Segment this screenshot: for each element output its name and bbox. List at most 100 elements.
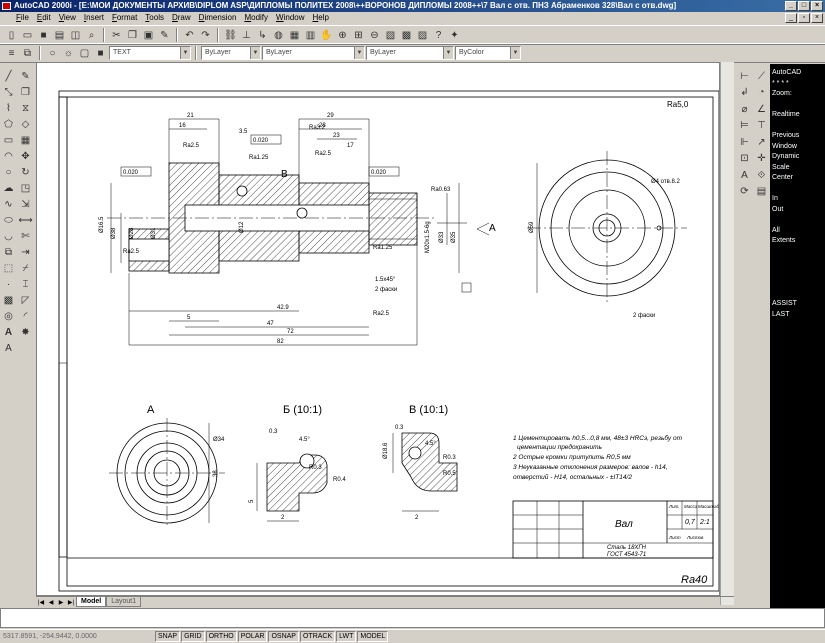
screen-menu-item[interactable]: In <box>772 194 823 205</box>
doc-minimize-button[interactable]: _ <box>785 13 797 23</box>
screen-menu-item[interactable]: Previous <box>772 131 823 142</box>
text-style-select[interactable]: TEXT ▼ <box>109 46 191 60</box>
screen-menu-item[interactable] <box>772 257 823 268</box>
screen-menu-item[interactable] <box>772 100 823 111</box>
dim-ordinate-icon[interactable]: ↲ <box>736 85 753 101</box>
menu-help[interactable]: Help <box>309 12 333 24</box>
osnap-toggle[interactable]: OSNAP <box>268 631 299 642</box>
chamfer-icon[interactable]: ◸ <box>17 292 34 308</box>
spline-icon[interactable]: ∿ <box>0 196 17 212</box>
lwt-toggle[interactable]: LWT <box>336 631 357 642</box>
last-tab-icon[interactable]: ▶| <box>66 599 76 606</box>
menu-insert[interactable]: Insert <box>80 12 108 24</box>
tool-icon[interactable]: ▨ <box>415 28 430 43</box>
text-edit-icon[interactable]: A <box>0 340 17 356</box>
screen-menu-item[interactable]: Zoom: <box>772 89 823 100</box>
maximize-button[interactable]: □ <box>798 1 810 11</box>
scale-icon[interactable]: ◳ <box>17 180 34 196</box>
copy-icon[interactable]: ❐ <box>125 28 140 43</box>
lengthen-icon[interactable]: ⟷ <box>17 212 34 228</box>
tab-layout1[interactable]: Layout1 <box>106 597 142 607</box>
region-icon[interactable]: ◎ <box>0 308 17 324</box>
vertical-scrollbar[interactable] <box>720 62 734 605</box>
stretch-icon[interactable]: ⇲ <box>17 196 34 212</box>
rectangle-icon[interactable]: ▭ <box>0 132 17 148</box>
screen-menu-item[interactable]: * * * * <box>772 79 823 90</box>
menu-modify[interactable]: Modify <box>240 12 272 24</box>
preview-icon[interactable]: ◫ <box>68 28 83 43</box>
light-bulb-icon[interactable]: ○ <box>45 46 60 61</box>
find-icon[interactable]: ⌕ <box>84 28 99 43</box>
construction-line-icon[interactable]: ⤡ <box>0 84 17 100</box>
mtext-icon[interactable]: A <box>0 324 17 340</box>
screen-menu-item[interactable]: ASSIST <box>772 299 823 310</box>
snap-toggle[interactable]: SNAP <box>155 631 181 642</box>
menu-edit[interactable]: Edit <box>33 12 55 24</box>
screen-menu-item[interactable] <box>772 121 823 132</box>
screen-menu-item[interactable]: Extents <box>772 236 823 247</box>
prev-tab-icon[interactable]: ◀ <box>46 599 56 606</box>
extend-icon[interactable]: ⇥ <box>17 244 34 260</box>
line-icon[interactable]: ╱ <box>0 68 17 84</box>
circle-icon[interactable]: ○ <box>0 164 17 180</box>
doc-restore-button[interactable]: ▫ <box>798 13 810 23</box>
quick-dim-icon[interactable]: ⊨ <box>736 118 753 134</box>
dim-diameter-icon[interactable]: ⌀ <box>736 101 753 117</box>
screen-menu-item[interactable]: LAST <box>772 310 823 321</box>
screen-menu-item[interactable]: Window <box>772 142 823 153</box>
osnap-icon[interactable]: ⊥ <box>239 28 254 43</box>
ellipse-icon[interactable]: ⬭ <box>0 212 17 228</box>
ortho-toggle[interactable]: ORTHO <box>205 631 237 642</box>
trim-icon[interactable]: ✄ <box>17 228 34 244</box>
dim-text-edit-icon[interactable]: ⟐ <box>753 167 770 183</box>
next-tab-icon[interactable]: ▶ <box>56 599 66 606</box>
lineweight-select[interactable]: ByLayer ▼ <box>366 46 454 60</box>
screen-menu-item[interactable] <box>772 278 823 289</box>
redo-icon[interactable]: ↷ <box>198 28 213 43</box>
insert-block-icon[interactable]: ⧉ <box>0 244 17 260</box>
screen-menu-item[interactable]: Scale <box>772 163 823 174</box>
screen-menu-item[interactable] <box>772 215 823 226</box>
fillet-icon[interactable]: ◜ <box>17 308 34 324</box>
dim-aligned-icon[interactable]: ⟋ <box>753 68 770 84</box>
pan-icon[interactable]: ✋ <box>319 28 334 43</box>
erase-icon[interactable]: ✎ <box>17 68 34 84</box>
screen-menu-item[interactable] <box>772 289 823 300</box>
dim-angular-icon[interactable]: ∠ <box>753 101 770 117</box>
undo-icon[interactable]: ↶ <box>182 28 197 43</box>
layer-state-icon[interactable]: ⧉ <box>20 46 35 61</box>
break-icon[interactable]: ⌿ <box>17 260 34 276</box>
globe-icon[interactable]: ◍ <box>271 28 286 43</box>
break-at-point-icon[interactable]: ⌶ <box>17 276 34 292</box>
zoom-previous-icon[interactable]: ⊖ <box>367 28 382 43</box>
hatch-icon[interactable]: ▩ <box>0 292 17 308</box>
polygon-icon[interactable]: ⬠ <box>0 116 17 132</box>
menu-dimension[interactable]: Dimension <box>195 12 241 24</box>
menu-window[interactable]: Window <box>272 12 308 24</box>
layers-icon[interactable]: ≡ <box>4 46 19 61</box>
dim-radius-icon[interactable]: ◔ <box>753 85 770 101</box>
ellipse-arc-icon[interactable]: ◡ <box>0 228 17 244</box>
color-square-icon[interactable]: ■ <box>93 46 108 61</box>
screen-menu-item[interactable]: All <box>772 226 823 237</box>
explode-icon[interactable]: ✸ <box>17 324 34 340</box>
save-icon[interactable]: ■ <box>36 28 51 43</box>
dim-update-icon[interactable]: ⟳ <box>736 184 753 200</box>
new-icon[interactable]: ▯ <box>4 28 19 43</box>
screen-menu-item[interactable] <box>772 247 823 258</box>
screen-menu-item[interactable]: Dynamic <box>772 152 823 163</box>
dim-style-icon[interactable]: ▤ <box>753 184 770 200</box>
polyline-icon[interactable]: ⌇ <box>0 100 17 116</box>
first-tab-icon[interactable]: |◀ <box>36 599 46 606</box>
plotstyle-select[interactable]: ByColor ▼ <box>455 46 521 60</box>
tab-model[interactable]: Model <box>76 597 107 607</box>
sun-icon[interactable]: ☼ <box>61 46 76 61</box>
screen-menu-item[interactable]: Center <box>772 173 823 184</box>
model-toggle[interactable]: MODEL <box>357 631 389 642</box>
properties-icon[interactable]: ▧ <box>383 28 398 43</box>
screen-menu-item[interactable] <box>772 268 823 279</box>
make-block-icon[interactable]: ⬚ <box>0 260 17 276</box>
menu-tools[interactable]: Tools <box>141 12 168 24</box>
linetype-select[interactable]: ByLayer ▼ <box>262 46 365 60</box>
continue-icon[interactable]: ⊩ <box>736 134 753 150</box>
